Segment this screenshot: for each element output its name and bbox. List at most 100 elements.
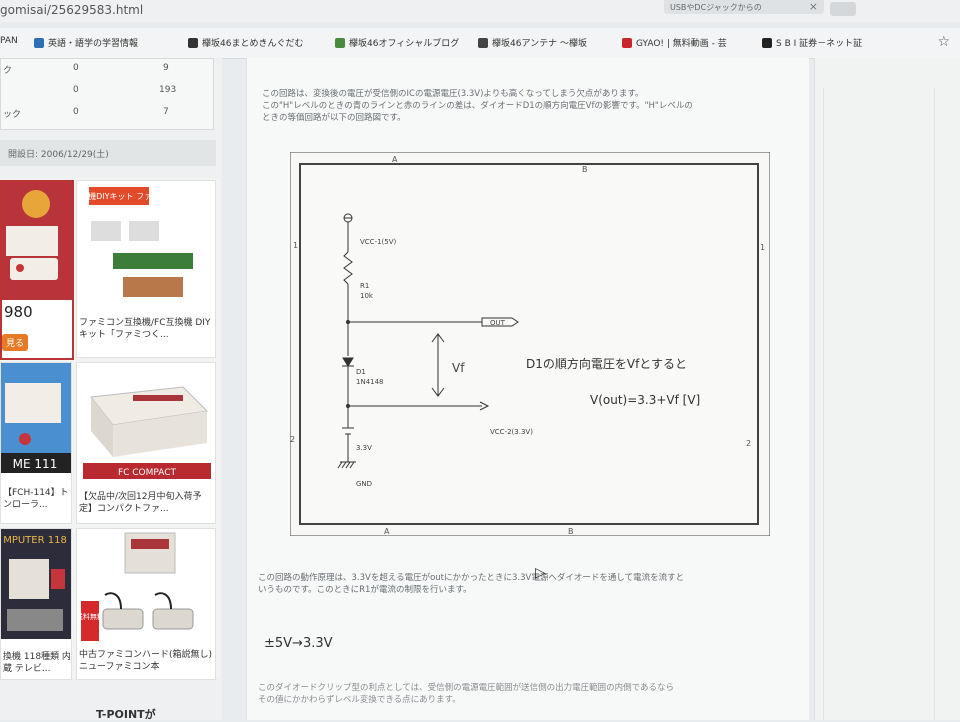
circuit-schematic: A B A B 1 2 1 2 VCC-1(5V) R1 10k OUT Vf … [290, 152, 770, 536]
bookmark-item[interactable]: 英語・語学の学習情報 [34, 36, 138, 49]
bookmark-favicon-icon [188, 37, 198, 48]
out-label: OUT [490, 319, 506, 327]
clip-paragraph: このダイオードクリップ型の利点としては、受信側の電源電圧範囲が送信側の出力電圧範… [258, 682, 798, 706]
stats-row: 0 193 [1, 81, 213, 101]
ad-banner-text: FC互換機DIYキット ファミつく [83, 191, 176, 201]
bookmark-label: PAN [0, 36, 18, 46]
bookmark-favicon-icon [335, 37, 345, 48]
bookmark-favicon-icon [478, 37, 488, 48]
operation-paragraph: この回路の動作原理は、3.3Vを超える電圧がoutにかかったときに3.3V電源へ… [258, 572, 798, 596]
bookmark-label: 欅坂46アンテナ ～欅坂 [492, 39, 587, 49]
url-text[interactable]: gomisai/25629583.html [0, 3, 143, 17]
ad-view-button[interactable]: 見る [2, 334, 29, 351]
intro-paragraph: この回路は、変換後の電圧が受信側のICの電源電圧(3.3V)よりも高くなってしま… [262, 88, 802, 124]
operation-line: いうものです。このときにR1が電流の制限を行います。 [258, 585, 472, 595]
frame-label: 2 [290, 435, 295, 444]
ad-item[interactable]: 980 見る [0, 180, 74, 360]
stats-value: 0 [73, 85, 79, 95]
bookmark-label: 英語・語学の学習情報 [48, 39, 139, 49]
frame-label: 2 [746, 439, 751, 448]
frame-label: 1 [293, 241, 298, 250]
stats-row: ック 0 7 [1, 103, 213, 123]
bookmark-item[interactable]: GYAO! | 無料動画 - 芸 [622, 36, 727, 49]
gnd-label: GND [356, 480, 372, 488]
bookmark-item[interactable]: S B I 証券－ネット証 [762, 36, 862, 49]
bookmark-label: 欅坂46まとめきんぐだむ [202, 39, 304, 49]
clip-line: このダイオードクリップ型の利点としては、受信側の電源電圧範囲が送信側の出力電圧範… [258, 683, 674, 693]
frame-label: 1 [760, 243, 765, 252]
ad-item[interactable]: MPUTER 118 換機 118種類 内蔵 テレビ... [0, 528, 72, 680]
vcc1-label: VCC-1(5V) [360, 238, 397, 246]
new-tab-button[interactable] [830, 2, 856, 16]
vf-label: Vf [452, 361, 465, 375]
section-heading: ±5V→3.3V [264, 636, 333, 651]
frame-label: A [392, 155, 398, 164]
ad-item[interactable]: FC互換機DIYキット ファミつく ファミコン互換機/FC互換機 DIYキット「… [76, 180, 216, 358]
bookmark-item[interactable]: 欅坂46オフィシャルブログ [335, 36, 459, 49]
r1-name: R1 [360, 282, 369, 290]
ad-item[interactable]: 送料無料 中古ファミコンハード(箱説無し)ニューファミコン本 [76, 528, 216, 680]
bookmark-item[interactable]: 欅坂46アンテナ ～欅坂 [478, 36, 587, 49]
intro-line: ときの等価回路が以下の回路図です。 [262, 113, 406, 123]
r1-value: 10k [360, 292, 374, 300]
clip-line: その値にかかわらずレベル変換できる点にあります。 [258, 695, 461, 705]
ad-title[interactable]: 【FCH-114】トンローラ... [3, 487, 71, 511]
bookmark-star-icon[interactable]: ☆ [937, 34, 950, 50]
ad-image[interactable]: ME 111 [1, 363, 71, 473]
bookmark-favicon-icon [34, 37, 44, 48]
ad-title[interactable]: 換機 118種類 内蔵 テレビ... [3, 651, 71, 675]
frame-label: B [582, 165, 588, 174]
ad-area: ▷ 980 見る FC互換機DIYキット ファミつく [0, 178, 220, 680]
ad-banner-text: 送料無料 [81, 612, 104, 621]
stats-table: ク 0 9 0 193 ック 0 7 [0, 58, 214, 130]
ad-item[interactable]: ME 111 【FCH-114】トンローラ... [0, 362, 72, 524]
ad-item[interactable]: FC COMPACT 【欠品中/次回12月中旬入荷予定】コンパクトファ... [76, 362, 216, 524]
d1-name: D1 [356, 368, 366, 376]
stats-row: ク 0 9 [1, 59, 213, 79]
left-sidebar: ク 0 9 0 193 ック 0 7 開設日: 2006/12/29(土) ▷ [0, 58, 222, 721]
tab-title: USBやDCジャックからの [670, 3, 762, 12]
ad-title[interactable]: 中古ファミコンハード(箱説無し)ニューファミコン本 [79, 649, 213, 673]
frame-label: A [384, 527, 390, 536]
right-sidebar-panel [823, 88, 935, 720]
right-sidebar [814, 58, 960, 720]
open-date: 開設日: 2006/12/29(土) [0, 140, 216, 166]
operation-line: この回路の動作原理は、3.3Vを超える電圧がoutにかかったときに3.3V電源へ… [258, 573, 685, 583]
bookmark-label: 欅坂46オフィシャルブログ [349, 39, 460, 49]
stats-value: 7 [163, 107, 169, 117]
intro-line: この回路は、変換後の電圧が受信側のICの電源電圧(3.3V)よりも高くなってしま… [262, 89, 644, 99]
bookmark-favicon-icon [622, 37, 632, 48]
ad-title[interactable]: ファミコン互換機/FC互換機 DIYキット「ファミつく... [79, 317, 213, 341]
ad-banner-text: ME 111 [13, 457, 58, 471]
stats-label: ック [3, 110, 22, 120]
ad-title[interactable]: 【欠品中/次回12月中旬入荷予定】コンパクトファ... [79, 491, 213, 515]
browser-tab[interactable]: USBやDCジャックからの × [664, 0, 824, 14]
ad-price: 980 [4, 303, 33, 321]
close-icon[interactable]: × [809, 0, 818, 13]
bookmark-item[interactable]: 欅坂46まとめきんぐだむ [188, 36, 303, 49]
ad-image[interactable]: 送料無料 [81, 531, 211, 643]
bookmark-item[interactable]: PAN [0, 36, 18, 46]
ad-banner-text: FC COMPACT [118, 468, 177, 478]
ad-image[interactable]: FC互換機DIYキット ファミつく [83, 185, 211, 303]
ad-image[interactable]: FC COMPACT [83, 367, 211, 479]
ad-image[interactable] [2, 182, 72, 300]
bookmark-label: GYAO! | 無料動画 - 芸 [636, 39, 727, 49]
d1-part: 1N4148 [356, 378, 384, 386]
ad-banner-text: MPUTER 118 [3, 535, 67, 546]
stats-value: 9 [163, 63, 169, 73]
bookmark-label: S B I 証券－ネット証 [776, 39, 863, 49]
address-bar[interactable]: gomisai/25629583.html USBやDCジャックからの × [0, 0, 960, 22]
vf-note: D1の順方向電圧をVfとすると [526, 356, 687, 371]
stats-value: 0 [73, 107, 79, 117]
famicom-icon [2, 182, 72, 300]
mouse-cursor-icon: ▷ [535, 565, 546, 581]
intro-line: この"H"レベルのときの青のラインと赤のラインの差は、ダイオードD1の順方向電圧… [262, 101, 693, 111]
vcc2-label: VCC-2(3.3V) [490, 428, 533, 436]
stats-label: ク [3, 66, 13, 76]
open-date-text: 開設日: 2006/12/29(土) [8, 150, 109, 160]
frame-label: B [568, 527, 574, 536]
ad-image[interactable]: MPUTER 118 [1, 529, 71, 639]
stats-value: 193 [159, 85, 177, 95]
bookmarks-bar: PAN 英語・語学の学習情報 欅坂46まとめきんぐだむ 欅坂46オフィシャルブロ… [0, 28, 960, 59]
